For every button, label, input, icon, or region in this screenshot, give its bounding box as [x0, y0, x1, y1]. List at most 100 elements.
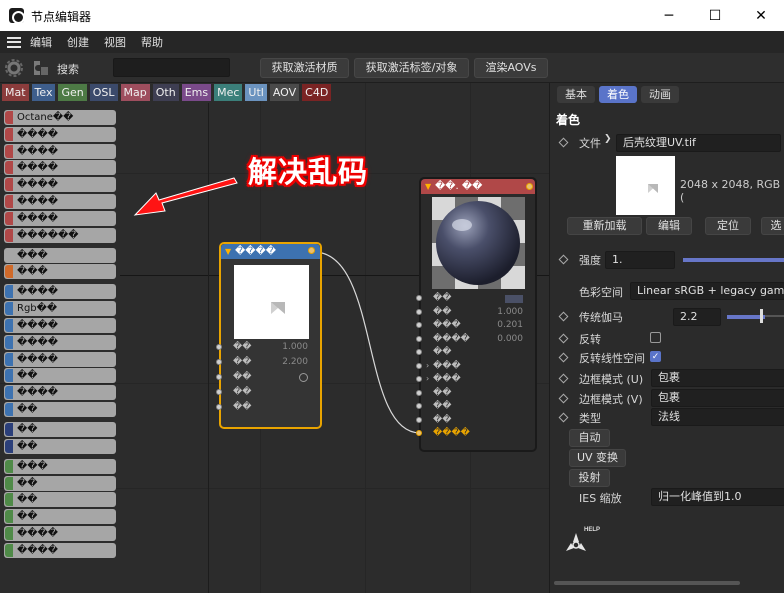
- input-value[interactable]: 2.200: [282, 357, 308, 367]
- material-node-input-row[interactable]: ��: [416, 388, 535, 401]
- input-port[interactable]: [416, 416, 422, 423]
- input-value[interactable]: 0.000: [497, 334, 523, 344]
- keyframe-diamond-icon[interactable]: [558, 254, 569, 265]
- colorspace-dropdown[interactable]: Linear sRGB + legacy gamm: [630, 282, 784, 300]
- invert-label: 反转: [579, 333, 601, 346]
- reload-button[interactable]: 重新加载: [567, 217, 642, 235]
- get-active-material-button[interactable]: 获取激活材质: [260, 58, 349, 78]
- menu-view[interactable]: 视图: [104, 34, 126, 50]
- material-node-input-row[interactable]: ��: [416, 347, 535, 360]
- maximize-button[interactable]: ☐: [692, 0, 738, 31]
- uv-transform-button[interactable]: UV 变换: [569, 449, 626, 467]
- keyframe-diamond-icon[interactable]: [558, 393, 569, 404]
- file-path-field[interactable]: 后壳纹理UV.tif: [616, 134, 781, 152]
- invert-linear-checkbox[interactable]: ✓: [650, 351, 661, 362]
- hamburger-menu-icon[interactable]: [7, 36, 21, 48]
- image-node-header[interactable]: ▼ ����: [221, 244, 320, 259]
- toggle-circle[interactable]: [299, 373, 308, 382]
- image-node-input-row[interactable]: �� 2.200: [216, 357, 320, 370]
- menu-create[interactable]: 创建: [67, 34, 89, 50]
- input-value[interactable]: 0.201: [497, 320, 523, 330]
- magnet-icon[interactable]: [30, 59, 50, 77]
- keyframe-diamond-icon[interactable]: [558, 412, 569, 423]
- input-port[interactable]: [416, 389, 422, 396]
- invert-checkbox[interactable]: [650, 332, 661, 343]
- ies-dropdown[interactable]: 归一化峰值到1.0: [651, 488, 784, 506]
- edit-button[interactable]: 编辑: [646, 217, 692, 235]
- output-port[interactable]: [308, 247, 315, 254]
- material-node-input-row[interactable]: ��: [416, 415, 535, 428]
- keyframe-diamond-icon[interactable]: [558, 352, 569, 363]
- input-port[interactable]: [416, 376, 422, 382]
- tab-animation[interactable]: 动画: [641, 86, 679, 103]
- material-node-input-row[interactable]: ��: [416, 293, 535, 306]
- input-port[interactable]: [216, 374, 222, 380]
- close-button[interactable]: ✕: [738, 0, 784, 31]
- material-node-input-row[interactable]: ���� 0.000: [416, 333, 535, 347]
- help-icon[interactable]: HELP: [562, 523, 606, 559]
- menu-edit[interactable]: 编辑: [30, 34, 52, 50]
- auto-button[interactable]: 自动: [569, 429, 610, 447]
- keyframe-diamond-icon[interactable]: [558, 373, 569, 384]
- border-v-dropdown[interactable]: 包裹: [651, 389, 784, 407]
- gamma-input[interactable]: 2.2: [673, 308, 721, 326]
- input-port[interactable]: [416, 335, 422, 342]
- input-value[interactable]: 1.000: [282, 342, 308, 352]
- image-node-input-row[interactable]: ��: [216, 387, 320, 400]
- type-label: 类型: [579, 412, 601, 425]
- input-port[interactable]: [216, 344, 222, 350]
- input-port[interactable]: [416, 403, 422, 409]
- image-node-input-row[interactable]: ��: [216, 372, 320, 385]
- input-label: ��: [233, 357, 252, 367]
- tab-shading[interactable]: 着色: [599, 86, 637, 103]
- search-input[interactable]: [113, 58, 230, 77]
- input-value[interactable]: 1.000: [497, 307, 523, 317]
- input-port[interactable]: [416, 295, 422, 301]
- tab-basic[interactable]: 基本: [557, 86, 595, 103]
- image-node-input-row[interactable]: �� 1.000: [216, 342, 320, 355]
- image-node-input-row[interactable]: ��: [216, 402, 320, 415]
- input-port[interactable]: [216, 359, 222, 365]
- minimize-button[interactable]: ─: [646, 0, 692, 31]
- projection-button[interactable]: 投射: [569, 469, 610, 487]
- material-node[interactable]: ▼ ��. �� �� �� 1.000 ��� 0.201 ���� 0.000 �� › ���…: [416, 177, 537, 452]
- node-canvas[interactable]: Mat Tex Gen OSL Map Oth Ems Mec Utl AOV C4D Octane…: [0, 83, 549, 593]
- horizontal-scrollbar[interactable]: [554, 581, 740, 585]
- color-swatch[interactable]: [505, 295, 523, 303]
- input-port[interactable]: [416, 349, 422, 355]
- material-output-port[interactable]: [526, 183, 533, 190]
- render-aovs-button[interactable]: 渲染AOVs: [474, 58, 548, 78]
- strength-slider[interactable]: [683, 258, 784, 262]
- input-port[interactable]: [416, 322, 422, 328]
- gear-icon[interactable]: [5, 59, 25, 77]
- get-active-tag-button[interactable]: 获取激活标签/对象: [354, 58, 469, 78]
- keyframe-diamond-icon[interactable]: [558, 137, 569, 148]
- keyframe-diamond-icon[interactable]: [558, 333, 569, 344]
- material-node-input-row[interactable]: ��: [416, 401, 535, 414]
- material-node-input-row[interactable]: ��� 0.201: [416, 320, 535, 333]
- input-port[interactable]: [216, 404, 222, 410]
- gamma-slider-handle[interactable]: [760, 309, 763, 323]
- chevron-down-icon[interactable]: ❯: [604, 134, 612, 144]
- material-node-input-row[interactable]: ����: [416, 428, 535, 441]
- material-node-input-row[interactable]: �� 1.000: [416, 307, 535, 320]
- input-port[interactable]: [216, 389, 222, 395]
- material-node-header[interactable]: ▼ ��. ��: [421, 179, 535, 194]
- type-dropdown[interactable]: 法线: [651, 408, 784, 426]
- input-port[interactable]: [416, 308, 422, 315]
- strength-input[interactable]: 1.: [605, 251, 675, 269]
- expand-icon[interactable]: ›: [426, 374, 429, 383]
- input-port[interactable]: [416, 430, 422, 436]
- locate-button[interactable]: 定位: [705, 217, 751, 235]
- menu-help[interactable]: 帮助: [141, 34, 163, 50]
- material-node-input-row[interactable]: › ���: [416, 361, 535, 374]
- input-label: ����: [433, 333, 470, 344]
- image-texture-node[interactable]: ▼ ���� �� 1.000 �� 2.200 �� �� ��: [216, 242, 322, 429]
- expand-icon[interactable]: ›: [426, 361, 429, 370]
- material-node-input-row[interactable]: › ���: [416, 374, 535, 387]
- input-label: ��: [433, 347, 452, 357]
- border-u-dropdown[interactable]: 包裹: [651, 369, 784, 387]
- keyframe-diamond-icon[interactable]: [558, 311, 569, 322]
- more-button[interactable]: 选: [761, 217, 784, 235]
- input-port[interactable]: [416, 362, 422, 369]
